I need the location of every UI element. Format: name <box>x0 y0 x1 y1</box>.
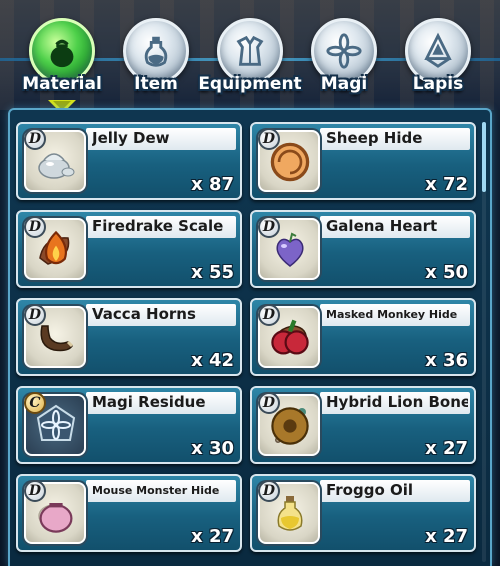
tab-item[interactable]: Item <box>120 18 192 108</box>
item-card-firedrake-scale[interactable]: Firedrake Scale D x 55 <box>16 210 242 288</box>
scrollbar-thumb[interactable] <box>482 122 486 192</box>
tab-label: Material <box>22 74 102 94</box>
item-icon-frame: D <box>24 216 86 280</box>
item-name: Hybrid Lion Bone <box>326 393 468 411</box>
item-card-jelly-dew[interactable]: Jelly Dew D x 87 <box>16 122 242 200</box>
item-name: Jelly Dew <box>92 129 170 147</box>
item-name: Masked Monkey Hide <box>326 308 458 321</box>
item-icon-frame: D <box>258 392 320 456</box>
item-card-masked-monkey-hide[interactable]: Masked Monkey Hide D x 36 <box>250 298 476 376</box>
tab-magi[interactable]: Magi <box>308 18 380 108</box>
rank-badge: D <box>258 304 280 326</box>
item-quantity: x 27 <box>425 526 468 547</box>
item-card-vacca-horns[interactable]: Vacca Horns D x 42 <box>16 298 242 376</box>
item-quantity: x 36 <box>425 350 468 371</box>
item-quantity: x 27 <box>425 438 468 459</box>
item-quantity: x 30 <box>191 438 234 459</box>
item-quantity: x 50 <box>425 262 468 283</box>
material-list-panel: Jelly Dew D x 87 Sheep Hide D x 72 Fired… <box>8 108 492 566</box>
tab-equipment[interactable]: Equipment <box>198 18 302 108</box>
item-card-mouse-monster-hide[interactable]: Mouse Monster Hide D x 27 <box>16 474 242 552</box>
item-icon-frame: D <box>24 304 86 368</box>
rank-badge: D <box>24 480 46 502</box>
item-quantity: x 72 <box>425 174 468 195</box>
rank-badge: D <box>24 128 46 150</box>
item-name: Sheep Hide <box>326 129 423 147</box>
item-card-sheep-hide[interactable]: Sheep Hide D x 72 <box>250 122 476 200</box>
rank-badge: D <box>258 480 280 502</box>
item-icon-frame: D <box>258 304 320 368</box>
item-name: Froggo Oil <box>326 481 414 499</box>
item-icon-frame: D <box>24 480 86 544</box>
item-name: Firedrake Scale <box>92 217 224 235</box>
item-card-hybrid-lion-bone[interactable]: Hybrid Lion Bone D x 27 <box>250 386 476 464</box>
item-name: Magi Residue <box>92 393 206 411</box>
item-icon-frame: D <box>258 480 320 544</box>
tab-label: Lapis <box>412 74 464 94</box>
rank-badge: D <box>24 304 46 326</box>
tab-lapis[interactable]: Lapis <box>402 18 474 108</box>
tab-label: Magi <box>320 74 368 94</box>
item-quantity: x 87 <box>191 174 234 195</box>
item-icon-frame: D <box>24 128 86 192</box>
item-card-froggo-oil[interactable]: Froggo Oil D x 27 <box>250 474 476 552</box>
item-quantity: x 55 <box>191 262 234 283</box>
item-card-galena-heart[interactable]: Galena Heart D x 50 <box>250 210 476 288</box>
item-card-magi-residue[interactable]: Magi Residue C x 30 <box>16 386 242 464</box>
item-quantity: x 42 <box>191 350 234 371</box>
item-icon-frame: D <box>258 216 320 280</box>
rank-badge: D <box>258 392 280 414</box>
item-icon-frame: C <box>24 392 86 456</box>
item-name: Mouse Monster Hide <box>92 484 220 497</box>
tab-label: Equipment <box>198 74 302 94</box>
item-quantity: x 27 <box>191 526 234 547</box>
item-icon-frame: D <box>258 128 320 192</box>
inventory-screen: Material Item Equipment Magi Lapis Jelly… <box>0 0 500 566</box>
tab-label: Item <box>134 74 178 94</box>
tab-material[interactable]: Material <box>22 18 102 114</box>
rank-badge: D <box>258 216 280 238</box>
item-name: Vacca Horns <box>92 305 196 323</box>
rank-badge: D <box>24 216 46 238</box>
item-name: Galena Heart <box>326 217 438 235</box>
rank-badge: D <box>258 128 280 150</box>
rank-badge: C <box>24 392 46 414</box>
